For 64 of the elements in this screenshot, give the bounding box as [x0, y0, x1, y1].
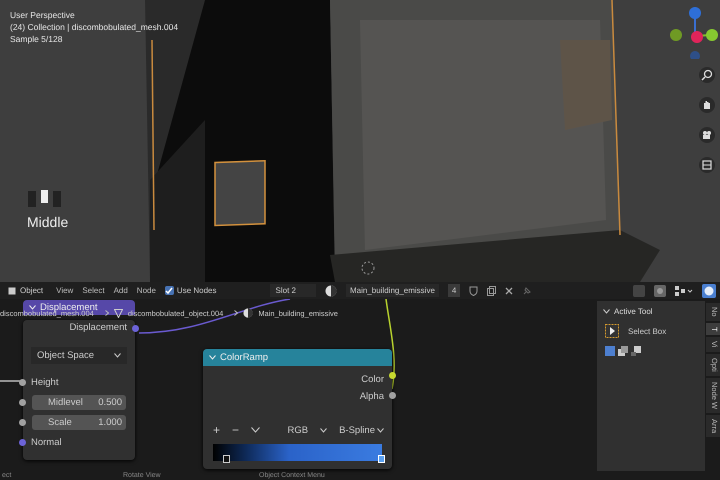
- color-ramp-gradient[interactable]: [213, 444, 382, 461]
- mouse-button-label: Middle: [27, 214, 68, 230]
- number-field[interactable]: Scale 1.000: [32, 414, 126, 430]
- user-count[interactable]: 4: [448, 284, 460, 297]
- caret-icon: [114, 353, 121, 358]
- mode-label: Object: [20, 286, 44, 295]
- shader-icon[interactable]: [702, 284, 716, 298]
- socket-label: Normal: [31, 436, 62, 448]
- color-stop-handle[interactable]: [222, 455, 230, 463]
- pin-icon[interactable]: [522, 286, 532, 296]
- socket-label: Alpha: [360, 391, 384, 402]
- subtract-mode-icon[interactable]: [631, 346, 641, 356]
- chevron-icon: [234, 310, 238, 316]
- viewport-info-text: User Perspective: [10, 9, 76, 21]
- menu-item[interactable]: View: [56, 286, 74, 295]
- shield-icon[interactable]: [469, 286, 478, 296]
- copy-icon[interactable]: [487, 286, 496, 296]
- select-box-icon[interactable]: [605, 324, 619, 338]
- output-socket[interactable]: [389, 392, 396, 399]
- socket-label: Displacement: [69, 322, 127, 333]
- input-socket[interactable]: [19, 378, 26, 386]
- menu-item[interactable]: Add: [114, 286, 128, 295]
- mode-dropdown[interactable]: Object: [4, 286, 48, 295]
- interpolation-dropdown[interactable]: B-Spline: [339, 424, 384, 436]
- ramp-tool-button[interactable]: −: [232, 423, 240, 437]
- node-wire: [0, 380, 22, 382]
- close-icon[interactable]: [505, 286, 514, 294]
- zoom-icon[interactable]: [699, 67, 715, 83]
- menu-item[interactable]: Node: [136, 286, 156, 295]
- slot-dropdown[interactable]: Slot 2: [270, 284, 316, 297]
- panel-title: Active Tool: [614, 307, 653, 316]
- color-mode-dropdown[interactable]: RGB: [287, 424, 308, 436]
- socket-label: Height: [31, 376, 58, 388]
- viewport-info-text: (24) Collection | discombobulated_mesh.004: [10, 21, 178, 33]
- grid-layout-icon[interactable]: [675, 286, 693, 296]
- checkmark-icon: [165, 286, 174, 294]
- mouse-buttons-icon: [28, 190, 64, 208]
- socket-label: Color: [361, 374, 384, 385]
- extend-mode-icon[interactable]: [618, 346, 628, 356]
- caret-icon[interactable]: [320, 428, 328, 432]
- material-name-field[interactable]: Main_building_emissive: [346, 284, 439, 297]
- mesh-icon: [114, 308, 123, 318]
- camera-icon[interactable]: [699, 127, 715, 143]
- number-field[interactable]: Midlevel 0.500: [32, 394, 126, 410]
- axis-gizmo-icon[interactable]: [668, 5, 718, 59]
- grid-icon[interactable]: [699, 157, 715, 173]
- cube-icon: [8, 286, 16, 294]
- material-sphere-icon: [243, 308, 254, 318]
- material-sphere-icon[interactable]: [324, 284, 337, 296]
- tool-name: Select Box: [628, 326, 666, 336]
- caret-icon: [377, 428, 384, 432]
- node-title: ColorRamp: [220, 352, 268, 363]
- use-nodes-checkbox[interactable]: Use Nodes: [164, 286, 216, 295]
- output-socket[interactable]: [389, 372, 396, 379]
- input-socket[interactable]: [19, 418, 26, 426]
- caret-icon[interactable]: [251, 427, 260, 433]
- collapse-caret-icon[interactable]: [603, 309, 610, 314]
- space-dropdown[interactable]: Object Space: [31, 347, 127, 364]
- viewport-info-text: Sample 5/128: [10, 33, 64, 45]
- menu-item[interactable]: Select: [82, 286, 105, 295]
- input-socket[interactable]: [19, 398, 26, 406]
- chevron-icon: [104, 310, 109, 316]
- ramp-tool-button[interactable]: +: [213, 423, 220, 437]
- input-socket[interactable]: [19, 438, 26, 446]
